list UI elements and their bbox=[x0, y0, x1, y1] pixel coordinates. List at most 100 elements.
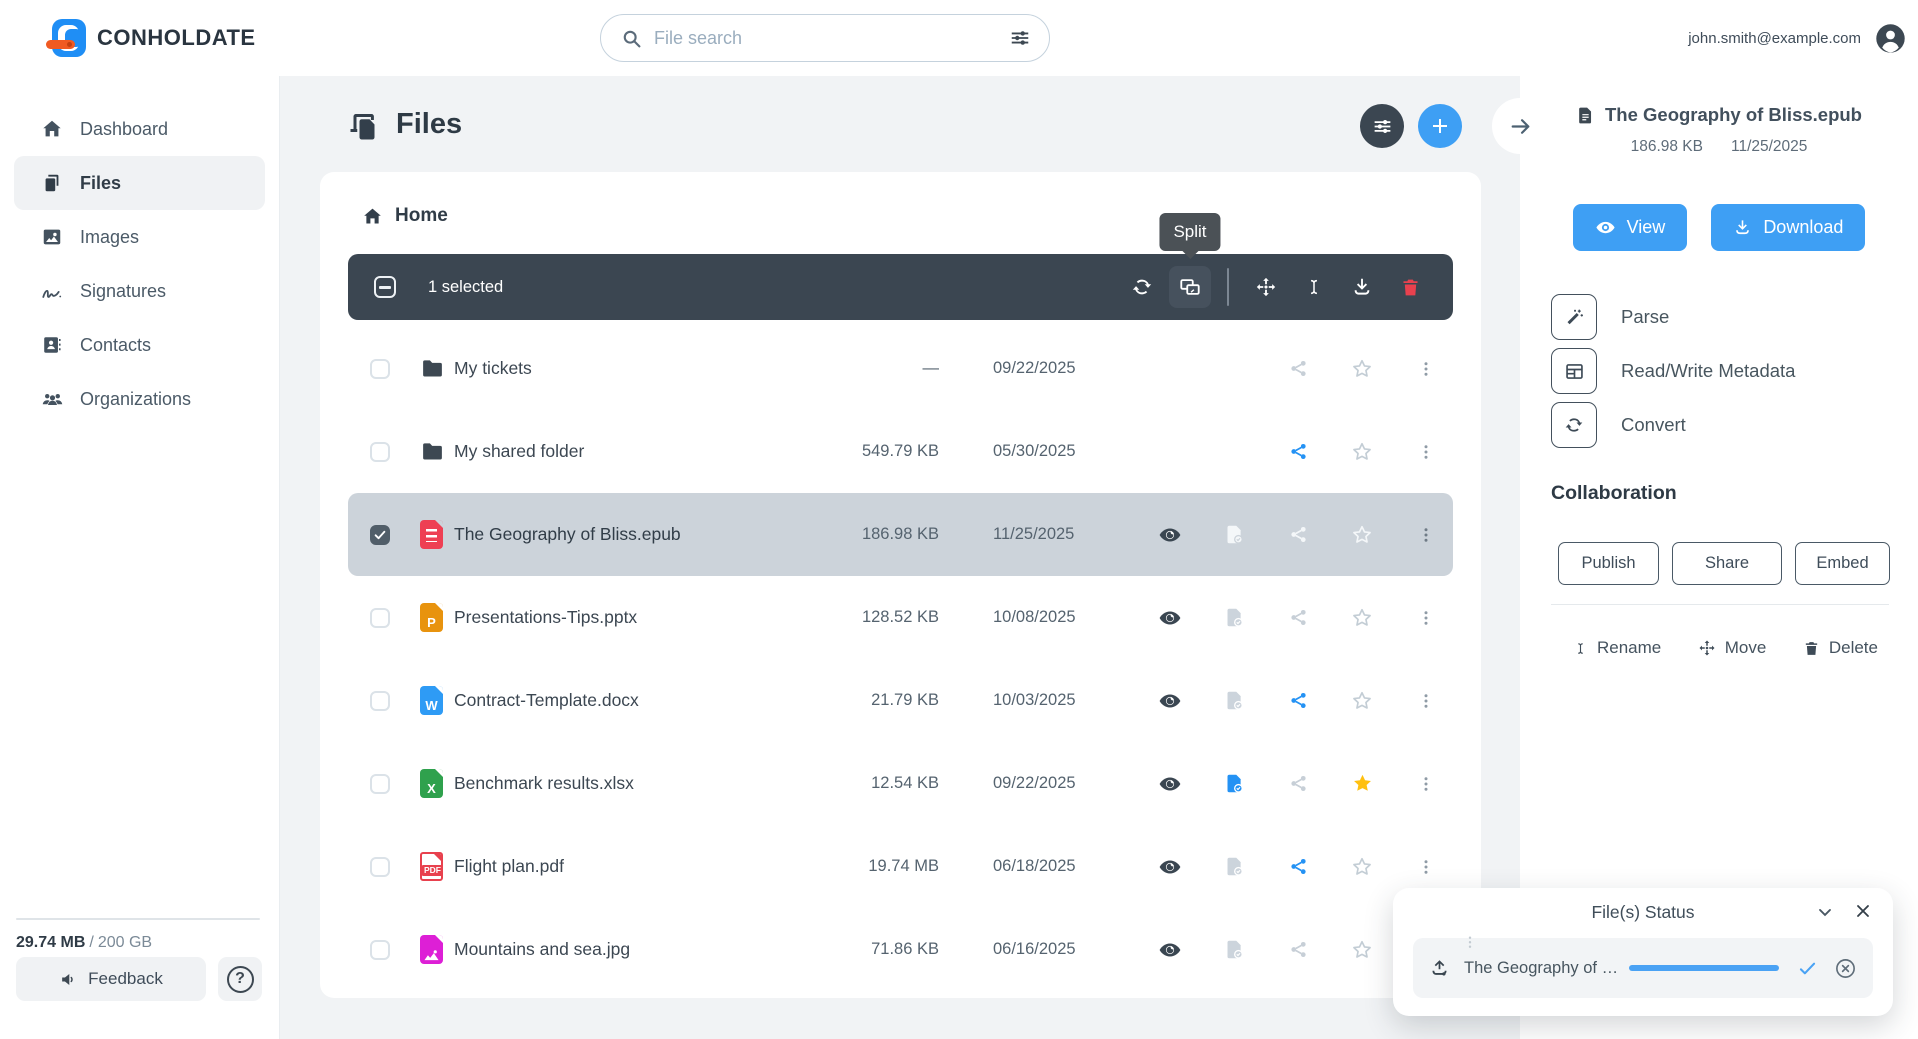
publish-button[interactable]: Publish bbox=[1558, 542, 1659, 585]
cancel-circle-icon[interactable] bbox=[1834, 957, 1857, 980]
sidebar-item-organizations[interactable]: Organizations bbox=[14, 372, 265, 426]
select-all-checkbox[interactable] bbox=[374, 276, 396, 298]
share-icon[interactable] bbox=[1285, 688, 1311, 714]
delete-tool-button[interactable] bbox=[1389, 266, 1431, 308]
kebab-menu-icon[interactable] bbox=[1413, 688, 1439, 714]
row-checkbox[interactable] bbox=[370, 939, 390, 960]
move-tool-button[interactable] bbox=[1245, 266, 1287, 308]
row-checkbox-checked[interactable] bbox=[370, 524, 390, 545]
sidebar-item-files[interactable]: Files bbox=[14, 156, 265, 210]
file-check-icon[interactable] bbox=[1221, 522, 1247, 548]
star-icon[interactable] bbox=[1349, 356, 1375, 382]
brand-logo[interactable]: CONHOLDATE bbox=[46, 18, 256, 58]
add-file-button[interactable] bbox=[1418, 104, 1462, 148]
pdf-file-icon: PDF bbox=[420, 852, 443, 881]
search-filter-icon[interactable] bbox=[1009, 27, 1031, 49]
star-icon[interactable] bbox=[1349, 937, 1375, 963]
row-checkbox[interactable] bbox=[370, 773, 390, 794]
sidebar-item-signatures[interactable]: Signatures bbox=[14, 264, 265, 318]
details-file-date: 11/25/2025 bbox=[1730, 138, 1808, 155]
share-icon[interactable] bbox=[1285, 522, 1311, 548]
star-icon-favorite[interactable] bbox=[1349, 771, 1375, 797]
row-checkbox[interactable] bbox=[370, 441, 390, 462]
share-icon[interactable] bbox=[1285, 771, 1311, 797]
list-settings-button[interactable] bbox=[1360, 104, 1404, 148]
share-icon[interactable] bbox=[1285, 439, 1311, 465]
move-action[interactable]: Move bbox=[1698, 638, 1766, 658]
star-icon[interactable] bbox=[1349, 688, 1375, 714]
share-button[interactable]: Share bbox=[1672, 542, 1782, 585]
share-icon[interactable] bbox=[1285, 937, 1311, 963]
sidebar-item-images[interactable]: Images bbox=[14, 210, 265, 264]
chevron-down-icon[interactable] bbox=[1815, 902, 1835, 922]
close-icon[interactable] bbox=[1853, 901, 1873, 921]
convert-tool[interactable]: Convert bbox=[1551, 402, 1898, 448]
star-icon[interactable] bbox=[1349, 522, 1375, 548]
rename-action[interactable]: Rename bbox=[1573, 638, 1661, 658]
share-icon[interactable] bbox=[1285, 605, 1311, 631]
document-icon bbox=[1576, 106, 1595, 125]
file-row-presentations-tips[interactable]: P Presentations-Tips.pptx 128.52 KB 10/0… bbox=[348, 576, 1453, 659]
file-row-geography-of-bliss[interactable]: The Geography of Bliss.epub 186.98 KB 11… bbox=[348, 493, 1453, 576]
view-eye-icon[interactable] bbox=[1157, 522, 1183, 548]
split-tool-button[interactable]: Split bbox=[1159, 213, 1221, 308]
view-eye-icon[interactable] bbox=[1157, 771, 1183, 797]
file-row-my-shared-folder[interactable]: My shared folder 549.79 KB 05/30/2025 bbox=[348, 410, 1453, 493]
help-button[interactable]: ? bbox=[218, 957, 262, 1001]
file-check-icon[interactable] bbox=[1221, 937, 1247, 963]
kebab-menu-icon[interactable] bbox=[1413, 356, 1439, 382]
search-bar[interactable] bbox=[600, 14, 1050, 62]
file-row-flight-plan[interactable]: PDF Flight plan.pdf 19.74 MB 06/18/2025 bbox=[348, 825, 1453, 908]
convert-tool-button[interactable] bbox=[1121, 266, 1163, 308]
file-check-icon[interactable] bbox=[1221, 605, 1247, 631]
share-icon[interactable] bbox=[1285, 356, 1311, 382]
view-eye-icon[interactable] bbox=[1157, 854, 1183, 880]
panel-divider bbox=[1551, 604, 1889, 605]
feedback-button[interactable]: Feedback bbox=[16, 957, 206, 1001]
file-row-contract-template[interactable]: W Contract-Template.docx 21.79 KB 10/03/… bbox=[348, 659, 1453, 742]
view-button[interactable]: View bbox=[1572, 204, 1688, 251]
kebab-menu-icon[interactable] bbox=[1413, 522, 1439, 548]
parse-tool[interactable]: Parse bbox=[1551, 294, 1898, 340]
view-eye-icon[interactable] bbox=[1157, 688, 1183, 714]
app-root: CONHOLDATE john.smith@example.com Dashbo… bbox=[0, 0, 1918, 1039]
rename-icon bbox=[1573, 640, 1588, 657]
rename-tool-button[interactable] bbox=[1293, 266, 1335, 308]
file-row-mountains-and-sea[interactable]: Mountains and sea.jpg 71.86 KB 06/16/202… bbox=[348, 908, 1453, 991]
star-icon[interactable] bbox=[1349, 439, 1375, 465]
share-icon[interactable] bbox=[1285, 854, 1311, 880]
metadata-tool[interactable]: Read/Write Metadata bbox=[1551, 348, 1898, 394]
kebab-menu-icon[interactable] bbox=[1413, 854, 1439, 880]
brand-name: CONHOLDATE bbox=[97, 25, 256, 50]
move-icon bbox=[1255, 276, 1277, 298]
drag-handle-icon bbox=[1465, 934, 1475, 952]
file-check-icon[interactable] bbox=[1221, 854, 1247, 880]
file-check-icon[interactable] bbox=[1221, 688, 1247, 714]
search-input[interactable] bbox=[654, 27, 1009, 49]
star-icon[interactable] bbox=[1349, 854, 1375, 880]
row-checkbox[interactable] bbox=[370, 607, 390, 628]
breadcrumb[interactable]: Home bbox=[362, 198, 448, 234]
row-checkbox[interactable] bbox=[370, 358, 390, 379]
user-avatar[interactable] bbox=[1875, 23, 1906, 54]
view-eye-icon[interactable] bbox=[1157, 605, 1183, 631]
row-checkbox[interactable] bbox=[370, 690, 390, 711]
docx-file-icon: W bbox=[420, 686, 443, 715]
file-row-benchmark-results[interactable]: X Benchmark results.xlsx 12.54 KB 09/22/… bbox=[348, 742, 1453, 825]
status-item: The Geography of Bli... bbox=[1413, 936, 1873, 998]
sidebar-item-dashboard[interactable]: Dashboard bbox=[14, 102, 265, 156]
download-button[interactable]: Download bbox=[1711, 204, 1866, 251]
kebab-menu-icon[interactable] bbox=[1413, 771, 1439, 797]
file-row-my-tickets[interactable]: My tickets — 09/22/2025 bbox=[348, 327, 1453, 410]
star-icon[interactable] bbox=[1349, 605, 1375, 631]
file-check-icon[interactable] bbox=[1221, 771, 1247, 797]
kebab-menu-icon[interactable] bbox=[1413, 439, 1439, 465]
download-tool-button[interactable] bbox=[1341, 266, 1383, 308]
sidebar-divider bbox=[16, 918, 260, 920]
kebab-menu-icon[interactable] bbox=[1413, 605, 1439, 631]
view-eye-icon[interactable] bbox=[1157, 937, 1183, 963]
embed-button[interactable]: Embed bbox=[1795, 542, 1890, 585]
delete-action[interactable]: Delete bbox=[1803, 638, 1878, 658]
row-checkbox[interactable] bbox=[370, 856, 390, 877]
sidebar-item-contacts[interactable]: Contacts bbox=[14, 318, 265, 372]
